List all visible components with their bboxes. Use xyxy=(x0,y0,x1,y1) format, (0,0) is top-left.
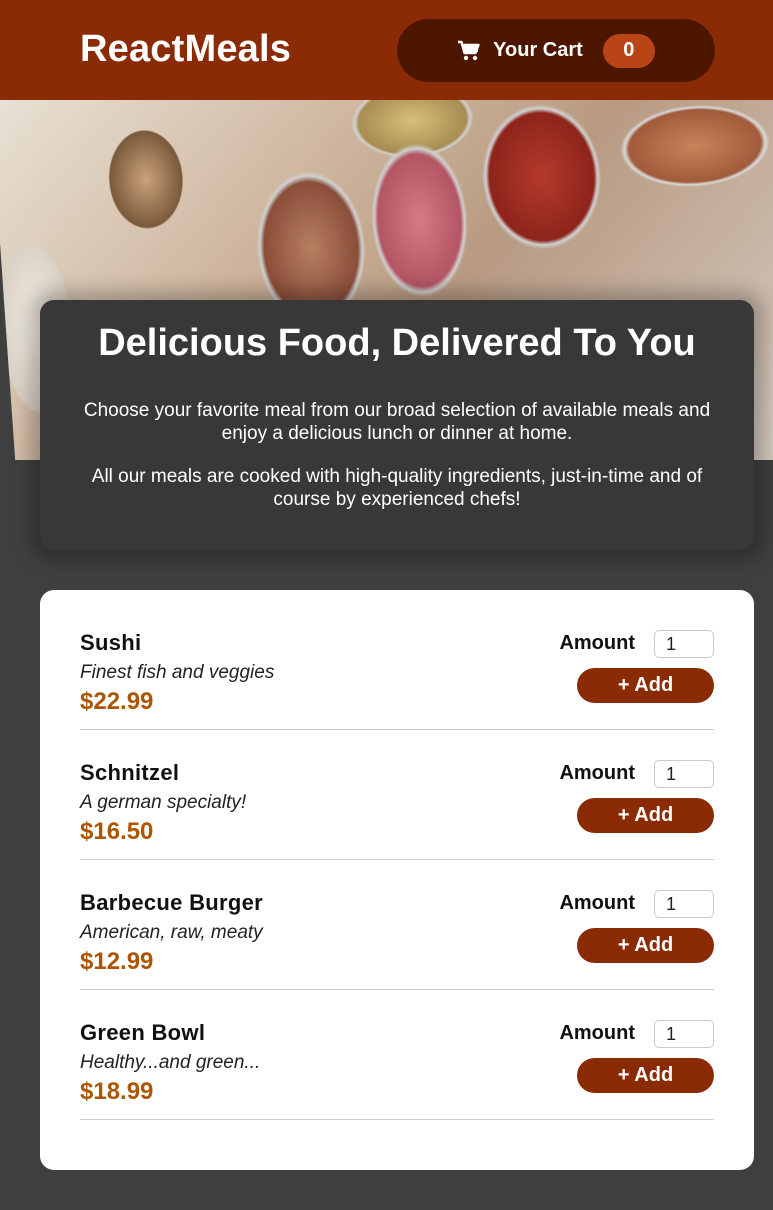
amount-label: Amount xyxy=(559,892,635,914)
amount-label: Amount xyxy=(559,1022,635,1044)
meal-item: Sushi Finest fish and veggies $22.99 Amo… xyxy=(80,600,714,730)
amount-input[interactable] xyxy=(654,760,714,788)
brand-title: ReactMeals xyxy=(80,28,292,70)
amount-input[interactable] xyxy=(654,630,714,658)
amount-label: Amount xyxy=(559,762,635,784)
meal-price: $16.50 xyxy=(80,818,154,845)
meal-price: $18.99 xyxy=(80,1078,154,1105)
cart-label: Your Cart xyxy=(493,39,583,61)
meal-name: Green Bowl xyxy=(80,1020,206,1045)
meals-list: Sushi Finest fish and veggies $22.99 Amo… xyxy=(40,590,754,1170)
add-button[interactable]: + Add xyxy=(577,928,714,963)
meal-name: Barbecue Burger xyxy=(80,890,264,915)
add-button[interactable]: + Add xyxy=(577,798,714,833)
summary-paragraph: All our meals are cooked with high-quali… xyxy=(91,466,703,510)
summary-title: Delicious Food, Delivered To You xyxy=(98,322,696,364)
meal-name: Schnitzel xyxy=(80,760,180,785)
cart-count-badge: 0 xyxy=(602,33,655,68)
meal-description: Healthy...and green... xyxy=(80,1052,261,1073)
meal-description: American, raw, meaty xyxy=(80,922,263,943)
cart-button[interactable]: Your Cart 0 xyxy=(397,19,715,82)
amount-input[interactable] xyxy=(654,890,714,918)
meal-description: Finest fish and veggies xyxy=(80,662,275,683)
meal-item: Barbecue Burger American, raw, meaty $12… xyxy=(80,860,714,990)
add-button[interactable]: + Add xyxy=(577,668,714,703)
add-button[interactable]: + Add xyxy=(577,1058,714,1093)
amount-label: Amount xyxy=(559,632,635,654)
meal-price: $22.99 xyxy=(80,688,154,715)
cart-icon xyxy=(457,40,481,62)
meal-description: A german specialty! xyxy=(80,792,247,813)
summary-paragraph: Choose your favorite meal from our broad… xyxy=(83,400,711,444)
meal-price: $12.99 xyxy=(80,948,154,975)
meal-item: Green Bowl Healthy...and green... $18.99… xyxy=(80,990,714,1120)
meals-summary: Delicious Food, Delivered To You Choose … xyxy=(40,300,754,550)
amount-input[interactable] xyxy=(654,1020,714,1048)
meal-item: Schnitzel A german specialty! $16.50 Amo… xyxy=(80,730,714,860)
app-header: ReactMeals Your Cart 0 xyxy=(0,0,773,100)
meal-name: Sushi xyxy=(80,630,142,655)
